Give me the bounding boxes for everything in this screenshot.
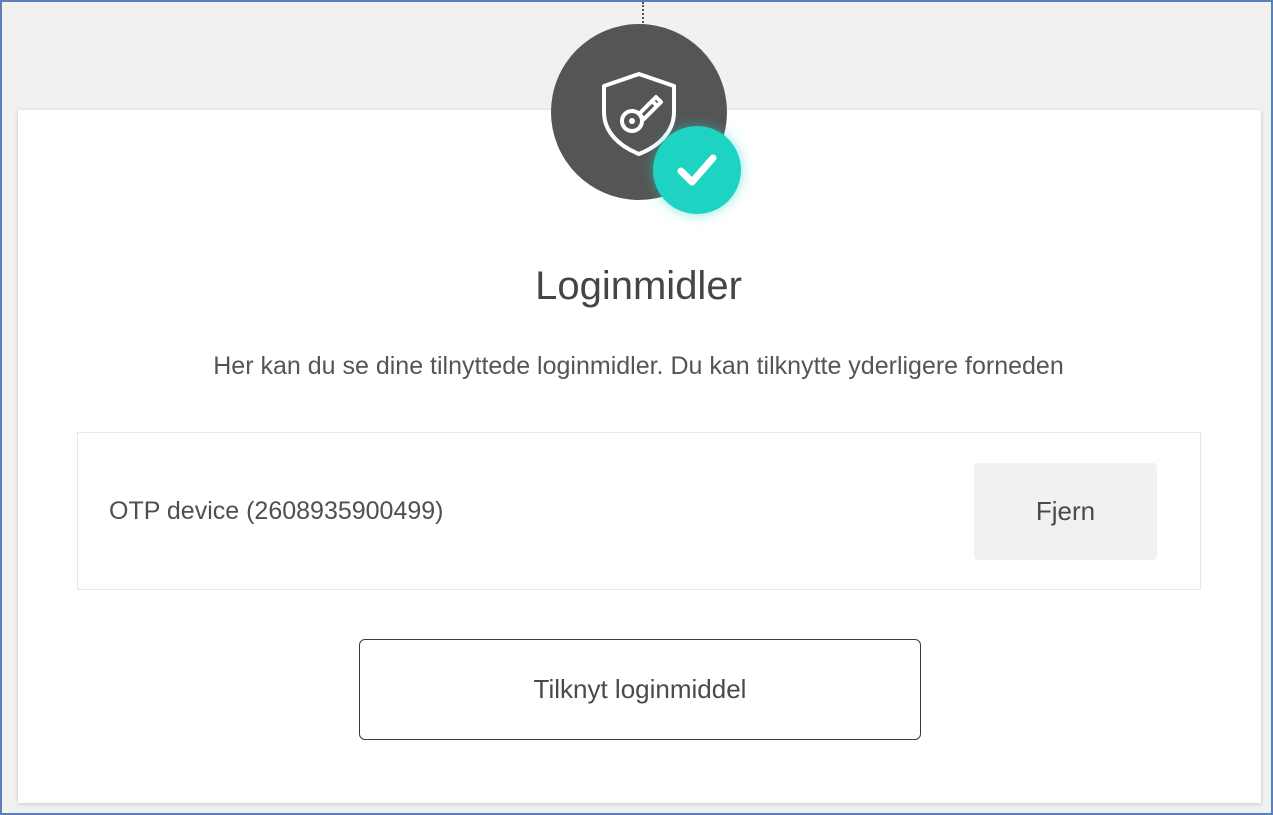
- page-frame: Loginmidler Her kan du se dine tilnytted…: [0, 0, 1273, 815]
- connector-line: [642, 2, 644, 26]
- device-list-item: OTP device (2608935900499) Fjern: [77, 432, 1201, 590]
- checkmark-badge: [653, 126, 741, 214]
- page-title: Loginmidler: [535, 264, 742, 308]
- remove-device-button[interactable]: Fjern: [974, 463, 1157, 560]
- device-label: OTP device (2608935900499): [109, 497, 444, 525]
- add-login-method-button[interactable]: Tilknyt loginmiddel: [359, 639, 921, 740]
- checkmark-icon: [677, 154, 717, 186]
- page-subtitle: Her kan du se dine tilnyttede loginmidle…: [213, 352, 1064, 380]
